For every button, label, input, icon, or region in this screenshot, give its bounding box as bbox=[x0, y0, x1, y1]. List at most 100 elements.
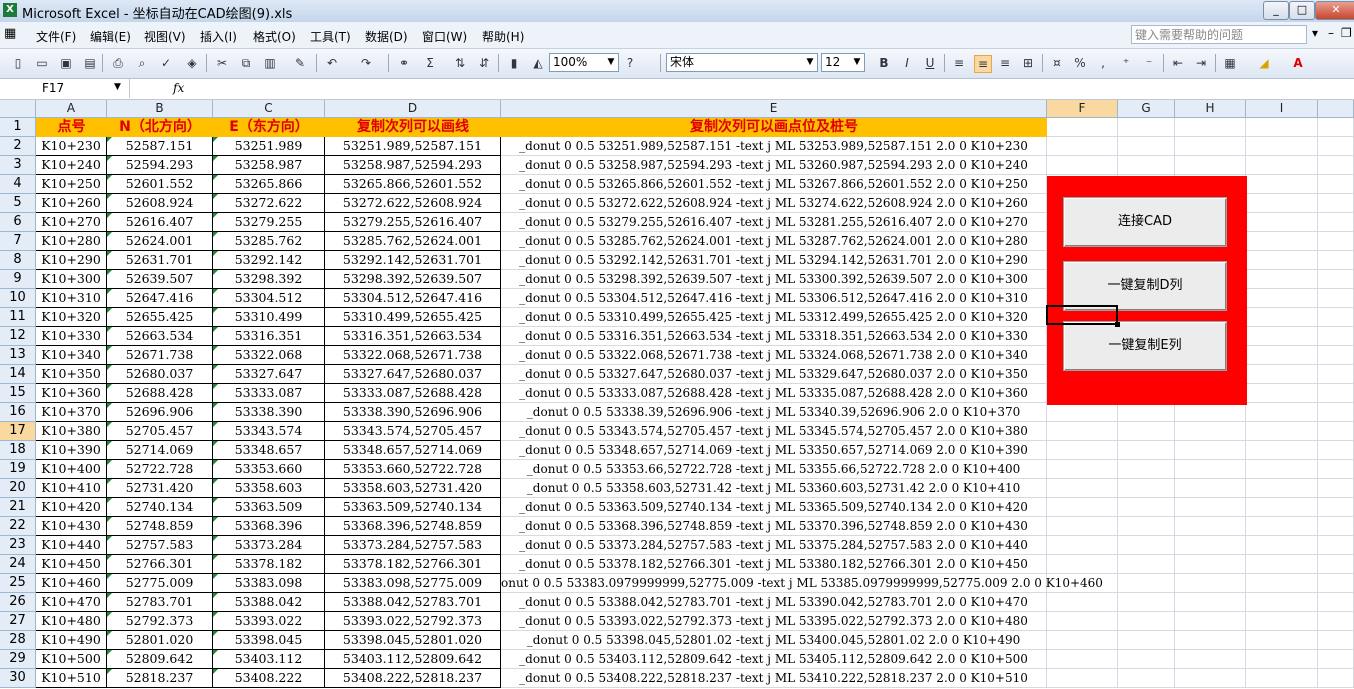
column-header-f[interactable]: F bbox=[1047, 100, 1118, 118]
cell-north[interactable]: 52671.738 bbox=[107, 346, 213, 365]
cell[interactable] bbox=[1318, 612, 1354, 631]
cell[interactable] bbox=[1118, 612, 1175, 631]
save-icon[interactable]: ▣ bbox=[58, 55, 74, 71]
font-size-select[interactable]: 12 ▼ bbox=[821, 53, 865, 72]
row-header[interactable]: 3 bbox=[0, 156, 36, 175]
cell[interactable] bbox=[1118, 574, 1175, 593]
merge-center-icon[interactable]: ⊞ bbox=[1020, 55, 1036, 71]
cell[interactable] bbox=[1118, 593, 1175, 612]
cell[interactable] bbox=[1318, 422, 1354, 441]
cell[interactable] bbox=[1246, 384, 1318, 403]
copy-column-d-button[interactable]: 一键复制D列 bbox=[1063, 261, 1227, 311]
cell[interactable] bbox=[1175, 118, 1246, 137]
cell-line-coords[interactable]: 53285.762,52624.001 bbox=[325, 232, 501, 251]
cell-east[interactable]: 53304.512 bbox=[213, 289, 325, 308]
cell[interactable] bbox=[1118, 536, 1175, 555]
cell-cad-command[interactable]: _donut 0 0.5 53338.39,52696.906 -text j … bbox=[501, 403, 1047, 422]
workbook-icon[interactable]: ▦ bbox=[4, 26, 24, 44]
cell-line-coords[interactable]: 53373.284,52757.583 bbox=[325, 536, 501, 555]
row-header[interactable]: 4 bbox=[0, 175, 36, 194]
cell-north[interactable]: 52655.425 bbox=[107, 308, 213, 327]
column-header-i[interactable]: I bbox=[1246, 100, 1318, 118]
column-header-j[interactable] bbox=[1318, 100, 1354, 118]
open-icon[interactable]: ▭ bbox=[34, 55, 50, 71]
cell-cad-command[interactable]: _donut 0 0.5 53378.182,52766.301 -text j… bbox=[501, 555, 1047, 574]
row-header[interactable]: 24 bbox=[0, 555, 36, 574]
cell-point-id[interactable]: K10+480 bbox=[36, 612, 107, 631]
maximize-button[interactable]: □ bbox=[1289, 1, 1315, 20]
cell-north[interactable]: 52722.728 bbox=[107, 460, 213, 479]
align-center-icon[interactable]: ≡ bbox=[974, 55, 992, 73]
cell-east[interactable]: 53408.222 bbox=[213, 669, 325, 688]
cell[interactable] bbox=[1175, 669, 1246, 688]
cell-point-id[interactable]: K10+230 bbox=[36, 137, 107, 156]
row-header[interactable]: 21 bbox=[0, 498, 36, 517]
decrease-indent-icon[interactable]: ⇤ bbox=[1170, 55, 1186, 71]
cell-line-coords[interactable]: 53298.392,52639.507 bbox=[325, 270, 501, 289]
undo-icon[interactable]: ↶ bbox=[324, 55, 340, 71]
cell-line-coords[interactable]: 53348.657,52714.069 bbox=[325, 441, 501, 460]
cell-east[interactable]: 53353.660 bbox=[213, 460, 325, 479]
cell[interactable] bbox=[1047, 631, 1118, 650]
cell-point-id[interactable]: K10+470 bbox=[36, 593, 107, 612]
cell-east[interactable]: 53272.622 bbox=[213, 194, 325, 213]
menu-file[interactable]: 文件(F) bbox=[36, 28, 76, 45]
cell-north[interactable]: 52757.583 bbox=[107, 536, 213, 555]
cell-point-id[interactable]: K10+430 bbox=[36, 517, 107, 536]
cell-line-coords[interactable]: 53251.989,52587.151 bbox=[325, 137, 501, 156]
cell-point-id[interactable]: K10+290 bbox=[36, 251, 107, 270]
cell-north[interactable]: 52740.134 bbox=[107, 498, 213, 517]
cell-cad-command[interactable]: _donut 0 0.5 53368.396,52748.859 -text j… bbox=[501, 517, 1047, 536]
sort-descending-icon[interactable]: ⇵ bbox=[476, 55, 492, 71]
cell-point-id[interactable]: K10+370 bbox=[36, 403, 107, 422]
cell[interactable] bbox=[1118, 460, 1175, 479]
cell[interactable] bbox=[1175, 137, 1246, 156]
cell-north[interactable]: 52792.373 bbox=[107, 612, 213, 631]
row-header[interactable]: 1 bbox=[0, 118, 36, 137]
cell[interactable] bbox=[1175, 517, 1246, 536]
row-header[interactable]: 20 bbox=[0, 479, 36, 498]
cell-line-coords[interactable]: 53272.622,52608.924 bbox=[325, 194, 501, 213]
cell-east[interactable]: 53338.390 bbox=[213, 403, 325, 422]
help-search-input[interactable]: 键入需要帮助的问题 bbox=[1131, 25, 1307, 44]
cell[interactable] bbox=[1246, 194, 1318, 213]
cell[interactable] bbox=[1118, 156, 1175, 175]
cell-cad-command[interactable]: _donut 0 0.5 53348.657,52714.069 -text j… bbox=[501, 441, 1047, 460]
cell[interactable] bbox=[1318, 517, 1354, 536]
hyperlink-icon[interactable]: ⚭ bbox=[396, 55, 412, 71]
cell-cad-command[interactable]: onut 0 0.5 53383.0979999999,52775.009 -t… bbox=[501, 574, 1103, 593]
cell[interactable] bbox=[1318, 308, 1354, 327]
copy-column-e-button[interactable]: 一键复制E列 bbox=[1063, 321, 1227, 371]
cell[interactable] bbox=[1246, 308, 1318, 327]
cell-east[interactable]: 53363.509 bbox=[213, 498, 325, 517]
cell[interactable] bbox=[1246, 156, 1318, 175]
cell[interactable] bbox=[1318, 555, 1354, 574]
autosum-icon[interactable]: Σ bbox=[422, 55, 438, 71]
help-icon[interactable]: ? bbox=[622, 55, 638, 71]
cell-point-id[interactable]: K10+270 bbox=[36, 213, 107, 232]
cell[interactable] bbox=[1246, 479, 1318, 498]
menu-view[interactable]: 视图(V) bbox=[144, 28, 186, 45]
menu-data[interactable]: 数据(D) bbox=[365, 28, 408, 45]
row-header[interactable]: 29 bbox=[0, 650, 36, 669]
cell-cad-command[interactable]: _donut 0 0.5 53285.762,52624.001 -text j… bbox=[501, 232, 1047, 251]
cell[interactable] bbox=[1246, 631, 1318, 650]
cell-north[interactable]: 52616.407 bbox=[107, 213, 213, 232]
cell-north[interactable]: 52601.552 bbox=[107, 175, 213, 194]
cell[interactable] bbox=[1118, 669, 1175, 688]
cell-north[interactable]: 52705.457 bbox=[107, 422, 213, 441]
bold-icon[interactable]: B bbox=[876, 55, 892, 71]
cell[interactable] bbox=[1047, 137, 1118, 156]
cell-north[interactable]: 52818.237 bbox=[107, 669, 213, 688]
cell-line-coords[interactable]: 53338.390,52696.906 bbox=[325, 403, 501, 422]
cell-cad-command[interactable]: _donut 0 0.5 53251.989,52587.151 -text j… bbox=[501, 137, 1047, 156]
font-name-select[interactable]: 宋体 ▼ bbox=[666, 53, 818, 72]
cell[interactable] bbox=[1318, 460, 1354, 479]
cell[interactable] bbox=[1246, 669, 1318, 688]
permission-icon[interactable]: ▤ bbox=[82, 55, 98, 71]
cell-north[interactable]: 52688.428 bbox=[107, 384, 213, 403]
cell[interactable] bbox=[1175, 422, 1246, 441]
underline-icon[interactable]: U bbox=[922, 55, 938, 71]
cell[interactable] bbox=[1118, 650, 1175, 669]
cell-line-coords[interactable]: 53322.068,52671.738 bbox=[325, 346, 501, 365]
